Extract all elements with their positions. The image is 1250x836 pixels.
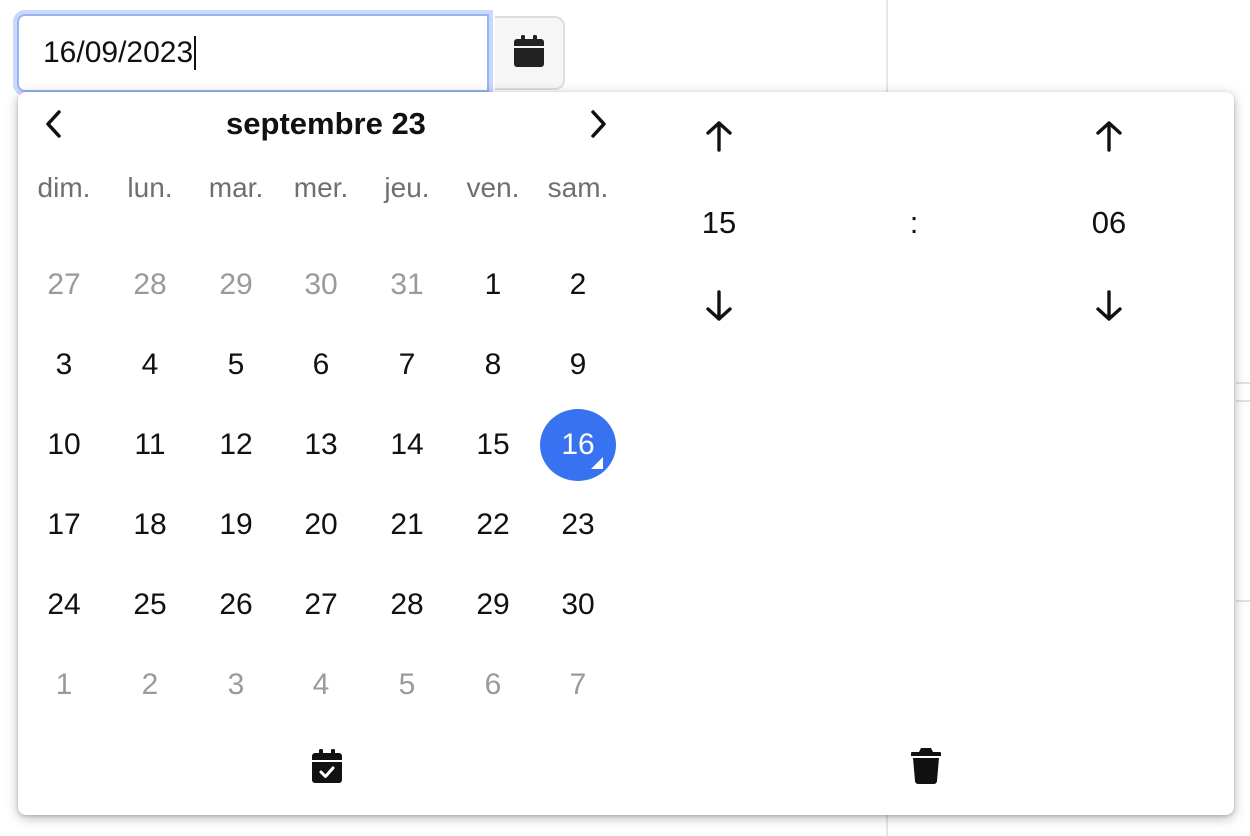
page-divider [1236, 400, 1250, 402]
date-input-group: 16/09/2023 [17, 14, 566, 92]
hours-value[interactable]: 15 [679, 205, 759, 241]
day-cell[interactable]: 6 [283, 329, 359, 401]
day-cell[interactable]: 28 [369, 569, 445, 641]
date-input-value: 16/09/2023 [43, 36, 194, 69]
weekday-label: jeu. [384, 172, 430, 203]
time-separator: : [909, 205, 919, 240]
day-cell-outside-month[interactable]: 7 [540, 649, 616, 721]
day-cell[interactable]: 22 [455, 489, 531, 561]
day-cell[interactable]: 2 [540, 249, 616, 321]
day-cell[interactable]: 11 [112, 409, 188, 481]
minutes-value[interactable]: 06 [1069, 205, 1149, 241]
arrow-up-icon [1095, 120, 1123, 157]
arrow-down-icon [1095, 289, 1123, 327]
day-cell[interactable]: 4 [112, 329, 188, 401]
arrow-up-icon [705, 120, 733, 157]
calendar-icon [514, 34, 544, 72]
day-cell-outside-month[interactable]: 1 [26, 649, 102, 721]
day-cell-outside-month[interactable]: 6 [455, 649, 531, 721]
day-cell[interactable]: 17 [26, 489, 102, 561]
day-cell[interactable]: 10 [26, 409, 102, 481]
chevron-right-icon [588, 109, 608, 144]
day-cell-outside-month[interactable]: 5 [369, 649, 445, 721]
day-cell[interactable]: 27 [283, 569, 359, 641]
day-cell-outside-month[interactable]: 2 [112, 649, 188, 721]
weekday-label: mar. [208, 172, 264, 203]
weekday-label: sam. [547, 172, 609, 203]
today-button[interactable] [303, 744, 351, 792]
clear-button[interactable] [902, 744, 950, 792]
datetime-picker-popup: septembre 23 dim. lun. mar. mer. jeu. ven. sam… [18, 92, 1234, 815]
hours-decrement-button[interactable] [699, 288, 739, 328]
next-month-button[interactable] [578, 106, 618, 146]
weekday-label: dim. [37, 172, 91, 203]
day-cell-outside-month[interactable]: 31 [369, 249, 445, 321]
day-cell[interactable]: 3 [26, 329, 102, 401]
day-cell[interactable]: 12 [198, 409, 274, 481]
page-divider [1236, 600, 1250, 602]
hours-increment-button[interactable] [699, 118, 739, 158]
day-cell[interactable]: 5 [198, 329, 274, 401]
previous-month-button[interactable] [34, 106, 74, 146]
day-cell[interactable]: 21 [369, 489, 445, 561]
day-cell[interactable]: 19 [198, 489, 274, 561]
day-cell[interactable]: 18 [112, 489, 188, 561]
arrow-down-icon [705, 289, 733, 327]
day-cell[interactable]: 7 [369, 329, 445, 401]
day-cell[interactable]: 9 [540, 329, 616, 401]
month-title[interactable]: septembre 23 [158, 104, 494, 144]
day-cell-outside-month[interactable]: 3 [198, 649, 274, 721]
page-divider [1236, 382, 1250, 384]
minutes-decrement-button[interactable] [1089, 288, 1129, 328]
day-cell[interactable]: 30 [540, 569, 616, 641]
weekday-label: mer. [293, 172, 349, 203]
day-cell[interactable]: 25 [112, 569, 188, 641]
day-cell-outside-month[interactable]: 28 [112, 249, 188, 321]
day-cell[interactable]: 23 [540, 489, 616, 561]
calendar-check-icon [312, 748, 342, 788]
day-cell-outside-month[interactable]: 30 [283, 249, 359, 321]
date-input[interactable]: 16/09/2023 [17, 14, 489, 92]
day-cell[interactable]: 24 [26, 569, 102, 641]
day-cell[interactable]: 14 [369, 409, 445, 481]
trash-icon [911, 747, 941, 789]
weekday-label: lun. [127, 172, 173, 203]
day-cell-selected[interactable]: 16 [540, 409, 616, 481]
weekday-label: ven. [466, 172, 520, 203]
chevron-left-icon [44, 109, 64, 144]
day-cell[interactable]: 15 [455, 409, 531, 481]
day-cell[interactable]: 29 [455, 569, 531, 641]
day-cell[interactable]: 26 [198, 569, 274, 641]
text-caret [194, 36, 197, 70]
minutes-increment-button[interactable] [1089, 118, 1129, 158]
calendar-toggle-button[interactable] [495, 16, 565, 90]
day-cell-outside-month[interactable]: 4 [283, 649, 359, 721]
day-cell[interactable]: 13 [283, 409, 359, 481]
day-cell-outside-month[interactable]: 27 [26, 249, 102, 321]
day-cell-outside-month[interactable]: 29 [198, 249, 274, 321]
day-cell[interactable]: 8 [455, 329, 531, 401]
day-cell[interactable]: 20 [283, 489, 359, 561]
day-cell[interactable]: 1 [455, 249, 531, 321]
